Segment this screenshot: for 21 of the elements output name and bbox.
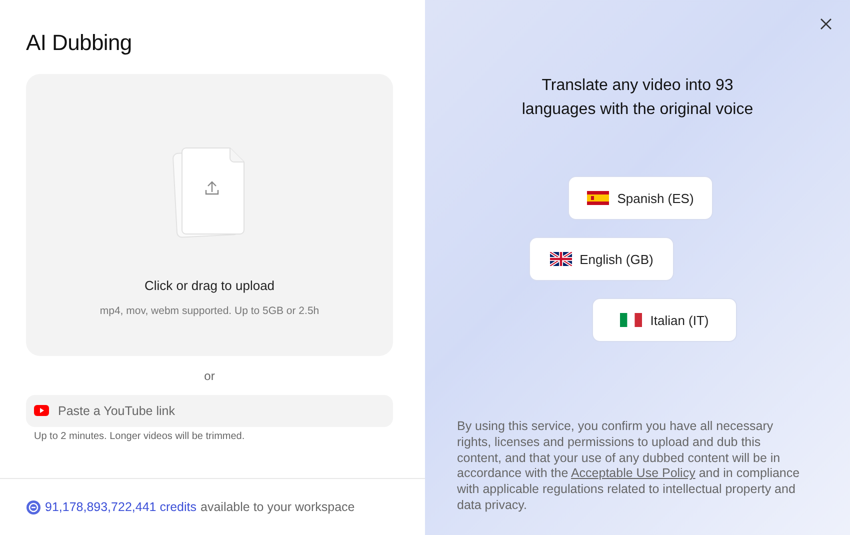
language-chip: English (GB) xyxy=(529,237,674,281)
flag-icon xyxy=(620,313,642,327)
youtube-icon xyxy=(34,405,49,416)
language-chip: Spanish (ES) xyxy=(568,176,713,220)
credits-amount: 91,178,893,722,441 credits xyxy=(45,500,197,514)
policy-link[interactable]: Acceptable Use Policy xyxy=(570,466,696,480)
credits-icon xyxy=(26,500,41,514)
youtube-link-field[interactable]: Paste a YouTube link xyxy=(26,395,393,427)
disclaimer-text: By using this service, you confirm you have all necessary rights, licenses and permissions to upload and dub this content, and that your use of any dubbed content will be in accordance with the Acceptable Use Policy and in compliance with applicable regulations related to intellectual property and data privacy. xyxy=(457,419,801,514)
credits-text: available to your workspace xyxy=(200,500,355,514)
separator-text: or xyxy=(203,369,216,383)
upload-dropzone[interactable]: Click or drag to upload mp4, mov, webm supported. Up to 5GB or 2.5h xyxy=(26,74,393,356)
promo-heading: Translate any video into 93 languages with the original voice xyxy=(520,76,754,120)
flag-icon xyxy=(587,191,610,205)
youtube-hint: Up to 2 minutes. Longer videos will be trimmed. xyxy=(34,431,246,442)
close-icon[interactable] xyxy=(820,18,832,30)
upload-label: Click or drag to upload xyxy=(144,278,275,293)
flag-icon xyxy=(550,252,572,266)
dialog-title: AI Dubbing xyxy=(26,30,133,56)
language-chip: Italian (IT) xyxy=(592,298,737,342)
upload-hint: mp4, mov, webm supported. Up to 5GB or 2.5h xyxy=(100,305,320,317)
